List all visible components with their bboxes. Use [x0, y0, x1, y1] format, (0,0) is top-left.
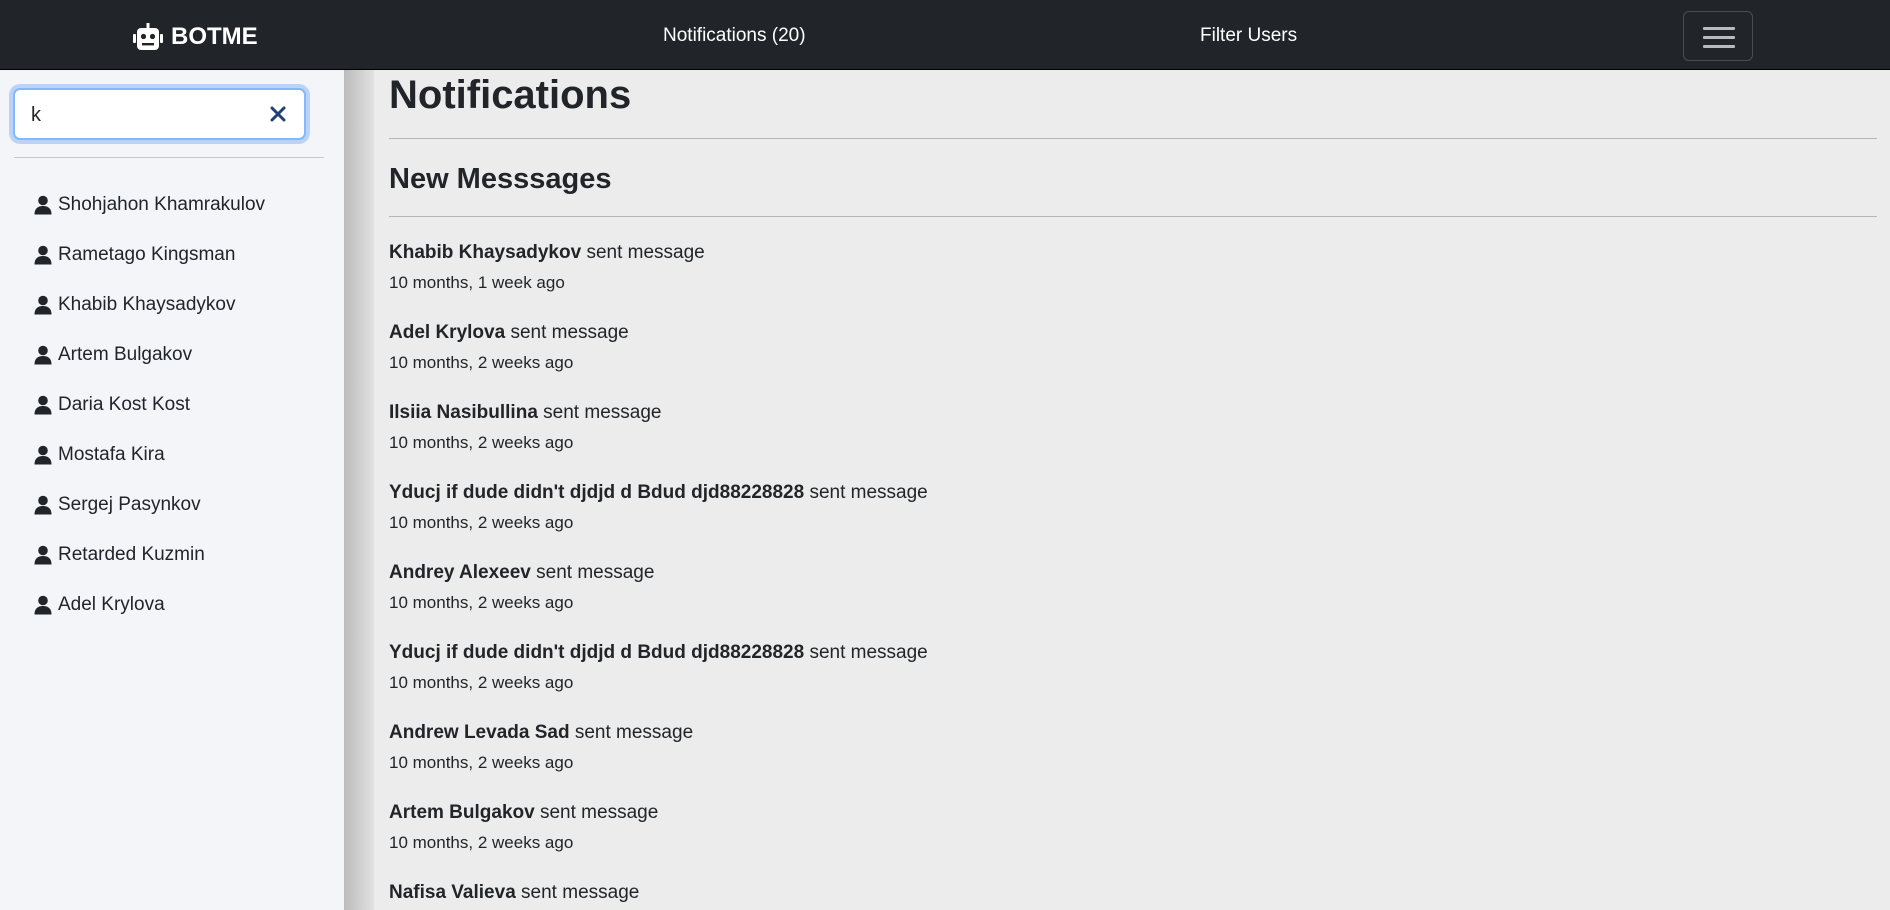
notification-text: Khabib Khaysadykov sent message [389, 240, 705, 266]
notification-text: Artem Bulgakov sent message [389, 800, 658, 826]
close-icon[interactable] [267, 103, 289, 125]
user-search-input[interactable] [31, 102, 251, 128]
notification-item[interactable]: Andrew Levada Sad sent message 10 months… [389, 720, 693, 775]
person-icon [34, 595, 52, 615]
notification-sender: Andrey Alexeev [389, 562, 531, 583]
sidebar-divider [14, 157, 324, 158]
notification-action: sent message [586, 242, 705, 263]
nav-notifications-link[interactable]: Notifications (20) [663, 25, 806, 47]
person-icon [34, 245, 52, 265]
notification-item[interactable]: Ilsiia Nasibullina sent message 10 month… [389, 400, 661, 455]
sidebar-user-name: Khabib Khaysadykov [58, 294, 236, 315]
notification-action: sent message [539, 802, 659, 823]
brand-link[interactable]: BOTME [132, 22, 258, 52]
notification-sender: Ilsiia Nasibullina [389, 402, 538, 423]
sidebar-user-item[interactable]: Khabib Khaysadykov [34, 290, 235, 320]
notification-sender: Yducj if dude didn't djdjd d Bdud djd882… [389, 642, 805, 663]
notification-text: Andrew Levada Sad sent message [389, 720, 693, 746]
notification-sender: Andrew Levada Sad [389, 722, 570, 743]
person-icon [34, 395, 52, 415]
notification-text: Ilsiia Nasibullina sent message [389, 400, 661, 426]
hamburger-line [1703, 27, 1735, 30]
hamburger-menu-button[interactable] [1683, 11, 1753, 61]
user-search-box [13, 88, 306, 140]
sidebar-user-name: Artem Bulgakov [58, 344, 193, 365]
notification-item[interactable]: Adel Krylova sent message 10 months, 2 w… [389, 320, 629, 375]
notification-action: sent message [536, 562, 655, 583]
person-icon [34, 495, 52, 515]
sidebar-user-name: Rametago Kingsman [58, 244, 236, 265]
sidebar-user-name: Mostafa Kira [58, 444, 165, 465]
notification-sender: Nafisa Valieva [389, 882, 516, 903]
notification-sender: Yducj if dude didn't djdjd d Bdud djd882… [389, 482, 805, 503]
notification-time: 10 months, 2 weeks ago [389, 753, 574, 772]
notification-item[interactable]: Yducj if dude didn't djdjd d Bdud djd882… [389, 480, 928, 535]
notification-text: Yducj if dude didn't djdjd d Bdud djd882… [389, 640, 928, 666]
notification-action: sent message [521, 882, 640, 903]
sidebar-user-name: Retarded Kuzmin [58, 544, 205, 565]
notification-time: 10 months, 2 weeks ago [389, 433, 574, 452]
section-title: New Messsages [389, 163, 612, 195]
sidebar-user-item[interactable]: Sergej Pasynkov [34, 490, 201, 520]
sidebar-user-name: Sergej Pasynkov [58, 494, 201, 515]
sidebar-user-item[interactable]: Rametago Kingsman [34, 240, 235, 270]
person-icon [34, 345, 52, 365]
sidebar-user-name: Shohjahon Khamrakulov [58, 194, 266, 215]
notification-item[interactable]: Artem Bulgakov sent message 10 months, 2… [389, 800, 658, 855]
title-divider [389, 138, 1877, 139]
sidebar-user-item[interactable]: Daria Kost Kost [34, 390, 190, 420]
notification-text: Yducj if dude didn't djdjd d Bdud djd882… [389, 480, 928, 506]
notification-time: 10 months, 2 weeks ago [389, 673, 574, 692]
section-divider [389, 216, 1877, 217]
notification-action: sent message [510, 322, 629, 343]
notification-time: 10 months, 2 weeks ago [389, 513, 574, 532]
nav-filter-users-link[interactable]: Filter Users [1200, 25, 1297, 47]
sidebar-user-item[interactable]: Artem Bulgakov [34, 340, 192, 370]
notification-item[interactable]: Khabib Khaysadykov sent message 10 month… [389, 240, 705, 295]
robot-icon [133, 23, 163, 50]
sidebar-user-name: Adel Krylova [58, 594, 165, 615]
notification-item[interactable]: Andrey Alexeev sent message 10 months, 2… [389, 560, 654, 615]
sidebar-user-name: Daria Kost Kost [58, 394, 190, 415]
sidebar-divider-shadow [344, 70, 374, 910]
notification-text: Adel Krylova sent message [389, 320, 629, 346]
notification-time: 10 months, 1 week ago [389, 273, 565, 292]
notification-item[interactable]: Yducj if dude didn't djdjd d Bdud djd882… [389, 640, 928, 695]
person-icon [34, 195, 52, 215]
sidebar-user-item[interactable]: Mostafa Kira [34, 440, 165, 470]
page-title: Notifications [389, 73, 632, 117]
notification-time: 10 months, 2 weeks ago [389, 353, 574, 372]
person-icon [34, 545, 52, 565]
notification-sender: Artem Bulgakov [389, 802, 535, 823]
sidebar-user-item[interactable]: Retarded Kuzmin [34, 540, 205, 570]
sidebar-user-item[interactable]: Adel Krylova [34, 590, 165, 620]
notification-time: 10 months, 2 weeks ago [389, 833, 574, 852]
notification-action: sent message [543, 402, 662, 423]
person-icon [34, 295, 52, 315]
notification-time: 10 months, 2 weeks ago [389, 593, 574, 612]
notification-action: sent message [574, 722, 694, 743]
brand-name: BOTME [171, 23, 258, 50]
notification-text: Nafisa Valieva sent message [389, 880, 639, 906]
hamburger-line [1703, 36, 1735, 39]
hamburger-line [1703, 45, 1735, 48]
notification-sender: Adel Krylova [389, 322, 506, 343]
notification-item[interactable]: Nafisa Valieva sent message [389, 880, 639, 906]
person-icon [34, 445, 52, 465]
notification-text: Andrey Alexeev sent message [389, 560, 654, 586]
notification-sender: Khabib Khaysadykov [389, 242, 582, 263]
sidebar-user-item[interactable]: Shohjahon Khamrakulov [34, 190, 265, 220]
top-navbar: BOTME Notifications (20) Filter Users [0, 0, 1890, 70]
notification-action: sent message [809, 642, 928, 663]
notification-action: sent message [809, 482, 928, 503]
